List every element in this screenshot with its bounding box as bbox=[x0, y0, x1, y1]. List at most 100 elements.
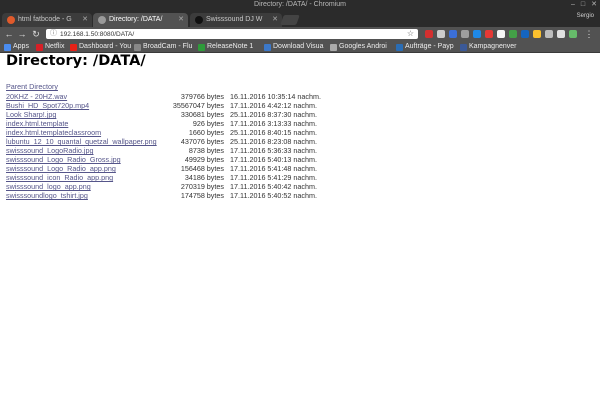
youtube-icon bbox=[70, 44, 77, 51]
tab-close-icon[interactable]: ✕ bbox=[82, 13, 88, 27]
back-arrow-icon[interactable]: ← bbox=[3, 28, 15, 40]
bookmark-releasenote[interactable]: ReleaseNote 1 bbox=[198, 41, 262, 53]
bookmark-download-visual[interactable]: Download Visua bbox=[264, 41, 330, 53]
file-link[interactable]: swisssound_Logo_Radio_Gross.jpg bbox=[6, 155, 121, 164]
file-date: 17.11.2016 5:40:42 nachm. bbox=[230, 182, 317, 191]
releasenote-icon bbox=[198, 44, 205, 51]
file-date: 17.11.2016 5:40:13 nachm. bbox=[230, 155, 317, 164]
file-link[interactable]: lubuntu_12_10_quantal_quetzal_wallpaper.… bbox=[6, 137, 157, 146]
address-bar[interactable]: ⓘ ☆ bbox=[46, 29, 418, 39]
tab-close-icon[interactable]: ✕ bbox=[178, 13, 184, 27]
forward-arrow-icon[interactable]: → bbox=[16, 28, 28, 40]
file-link[interactable]: swisssound_logo_app.png bbox=[6, 182, 91, 191]
parent-directory-link[interactable]: Parent Directory bbox=[6, 82, 58, 91]
url-input[interactable] bbox=[60, 29, 400, 39]
file-size: 8738 bytes bbox=[188, 146, 224, 155]
extension-icon[interactable] bbox=[473, 30, 481, 38]
file-date: 25.11.2016 8:40:15 nachm. bbox=[230, 128, 317, 137]
extension-mail-icon[interactable] bbox=[425, 30, 433, 38]
extension-shield-icon[interactable] bbox=[569, 30, 577, 38]
paypal-icon bbox=[396, 44, 403, 51]
file-date: 17.11.2016 5:41:29 nachm. bbox=[230, 173, 317, 182]
page-icon bbox=[330, 44, 337, 51]
page-heading: Directory: /DATA/ bbox=[6, 53, 146, 69]
file-link[interactable]: index.html.template bbox=[6, 119, 68, 128]
window-titlebar: Directory: /DATA/ - Chromium – □ ✕ bbox=[0, 0, 600, 10]
bookmark-apps[interactable]: Apps bbox=[4, 41, 36, 53]
extension-icon[interactable] bbox=[545, 30, 553, 38]
menu-kebab-icon[interactable]: ⋮ bbox=[583, 28, 595, 40]
file-size: 926 bytes bbox=[192, 119, 224, 128]
tab-label: html fatbcode - G bbox=[18, 16, 72, 23]
extension-icon[interactable] bbox=[437, 30, 445, 38]
download-icon bbox=[264, 44, 271, 51]
file-size: 34186 bytes bbox=[184, 173, 224, 182]
extension-icon[interactable] bbox=[461, 30, 469, 38]
file-row: swisssound_LogoRadio.jpg 8738 bytes 17.1… bbox=[6, 146, 406, 155]
file-size: 437076 bytes bbox=[180, 137, 224, 146]
page-info-icon[interactable]: ⓘ bbox=[50, 30, 58, 38]
file-row: swisssound_Logo_Radio_Gross.jpg 49929 by… bbox=[6, 155, 406, 164]
extension-icon[interactable] bbox=[497, 30, 505, 38]
file-link[interactable]: swisssound_LogoRadio.jpg bbox=[6, 146, 94, 155]
reload-icon[interactable]: ↻ bbox=[30, 28, 42, 40]
file-date: 16.11.2016 10:35:14 nachm. bbox=[230, 92, 321, 101]
file-size: 379766 bytes bbox=[180, 92, 224, 101]
file-date: 17.11.2016 5:36:33 nachm. bbox=[230, 146, 317, 155]
file-link[interactable]: swisssoundlogo_tshirt.jpg bbox=[6, 191, 88, 200]
bookmark-auftraege-paypal[interactable]: Aufträge - Payp bbox=[396, 41, 460, 53]
extension-icon[interactable] bbox=[557, 30, 565, 38]
browser-toolbar: ← → ↻ ⓘ ☆ ⋮ bbox=[0, 27, 600, 41]
bookmark-googles-android[interactable]: Googles Androi bbox=[330, 41, 394, 53]
extension-icon[interactable] bbox=[449, 30, 457, 38]
extension-icon[interactable] bbox=[485, 30, 493, 38]
file-row: index.html.template 926 bytes 17.11.2016… bbox=[6, 119, 406, 128]
file-link[interactable]: index.html.templateclassroom bbox=[6, 128, 101, 137]
maximize-icon[interactable]: □ bbox=[579, 1, 587, 9]
file-row: Look Sharp!.jpg 330681 bytes 25.11.2016 … bbox=[6, 110, 406, 119]
file-link[interactable]: Look Sharp!.jpg bbox=[6, 110, 56, 119]
new-tab-button[interactable] bbox=[280, 15, 300, 25]
tab-directory-data[interactable]: Directory: /DATA/ ✕ bbox=[93, 13, 188, 27]
bookmark-label: Netflix bbox=[45, 43, 65, 50]
close-window-icon[interactable]: ✕ bbox=[590, 1, 598, 9]
tab-swisssound[interactable]: Swisssound DJ W ✕ bbox=[190, 13, 282, 27]
file-size: 270319 bytes bbox=[180, 182, 224, 191]
file-date: 17.11.2016 4:42:12 nachm. bbox=[230, 101, 317, 110]
file-size: 174758 bytes bbox=[180, 191, 224, 200]
tab-html-fatbcode[interactable]: html fatbcode - G ✕ bbox=[2, 13, 92, 27]
bookmark-kampagnenverwaltung[interactable]: Kampagnenver bbox=[460, 41, 524, 53]
file-row: lubuntu_12_10_quantal_quetzal_wallpaper.… bbox=[6, 137, 406, 146]
file-size: 35567047 bytes bbox=[172, 101, 224, 110]
file-link[interactable]: Bushi_HD_Spot720p.mp4 bbox=[6, 101, 89, 110]
extension-icon[interactable] bbox=[509, 30, 517, 38]
file-row: index.html.templateclassroom 1660 bytes … bbox=[6, 128, 406, 137]
file-row: Bushi_HD_Spot720p.mp4 35567047 bytes 17.… bbox=[6, 101, 406, 110]
tab-close-icon[interactable]: ✕ bbox=[272, 13, 278, 27]
bookmark-label: ReleaseNote 1 bbox=[207, 43, 254, 50]
file-size: 156468 bytes bbox=[180, 164, 224, 173]
extension-icon[interactable] bbox=[521, 30, 529, 38]
file-link[interactable]: swisssound_icon_Radio_app.png bbox=[6, 173, 113, 182]
file-row: 20KHZ - 20HZ.wav 379766 bytes 16.11.2016… bbox=[6, 92, 406, 101]
file-link[interactable]: swisssound_Logo_Radio_app.png bbox=[6, 164, 116, 173]
bookmark-star-icon[interactable]: ☆ bbox=[407, 29, 414, 39]
bookmark-dashboard[interactable]: Dashboard - You bbox=[70, 41, 132, 53]
bookmarks-bar: Apps Netflix Dashboard - You BroadCam - … bbox=[0, 41, 600, 53]
file-row: swisssound_icon_Radio_app.png 34186 byte… bbox=[6, 173, 406, 182]
bookmark-broadcam[interactable]: BroadCam - Flu bbox=[134, 41, 196, 53]
extension-icon[interactable] bbox=[533, 30, 541, 38]
minimize-icon[interactable]: – bbox=[569, 1, 577, 9]
broadcam-icon bbox=[134, 44, 141, 51]
facebook-icon bbox=[460, 44, 467, 51]
tab-favicon-icon bbox=[98, 16, 106, 24]
bookmark-label: Kampagnenver bbox=[469, 43, 517, 50]
file-size: 330681 bytes bbox=[180, 110, 224, 119]
file-link[interactable]: 20KHZ - 20HZ.wav bbox=[6, 92, 67, 101]
page-content: Directory: /DATA/ Parent Directory 20KHZ… bbox=[0, 53, 600, 409]
file-date: 25.11.2016 8:37:30 nachm. bbox=[230, 110, 317, 119]
window-title: Directory: /DATA/ - Chromium bbox=[254, 1, 346, 8]
profile-name[interactable]: Sergio bbox=[577, 13, 594, 19]
tab-label: Directory: /DATA/ bbox=[109, 16, 163, 23]
bookmark-label: Dashboard - You bbox=[79, 43, 132, 50]
